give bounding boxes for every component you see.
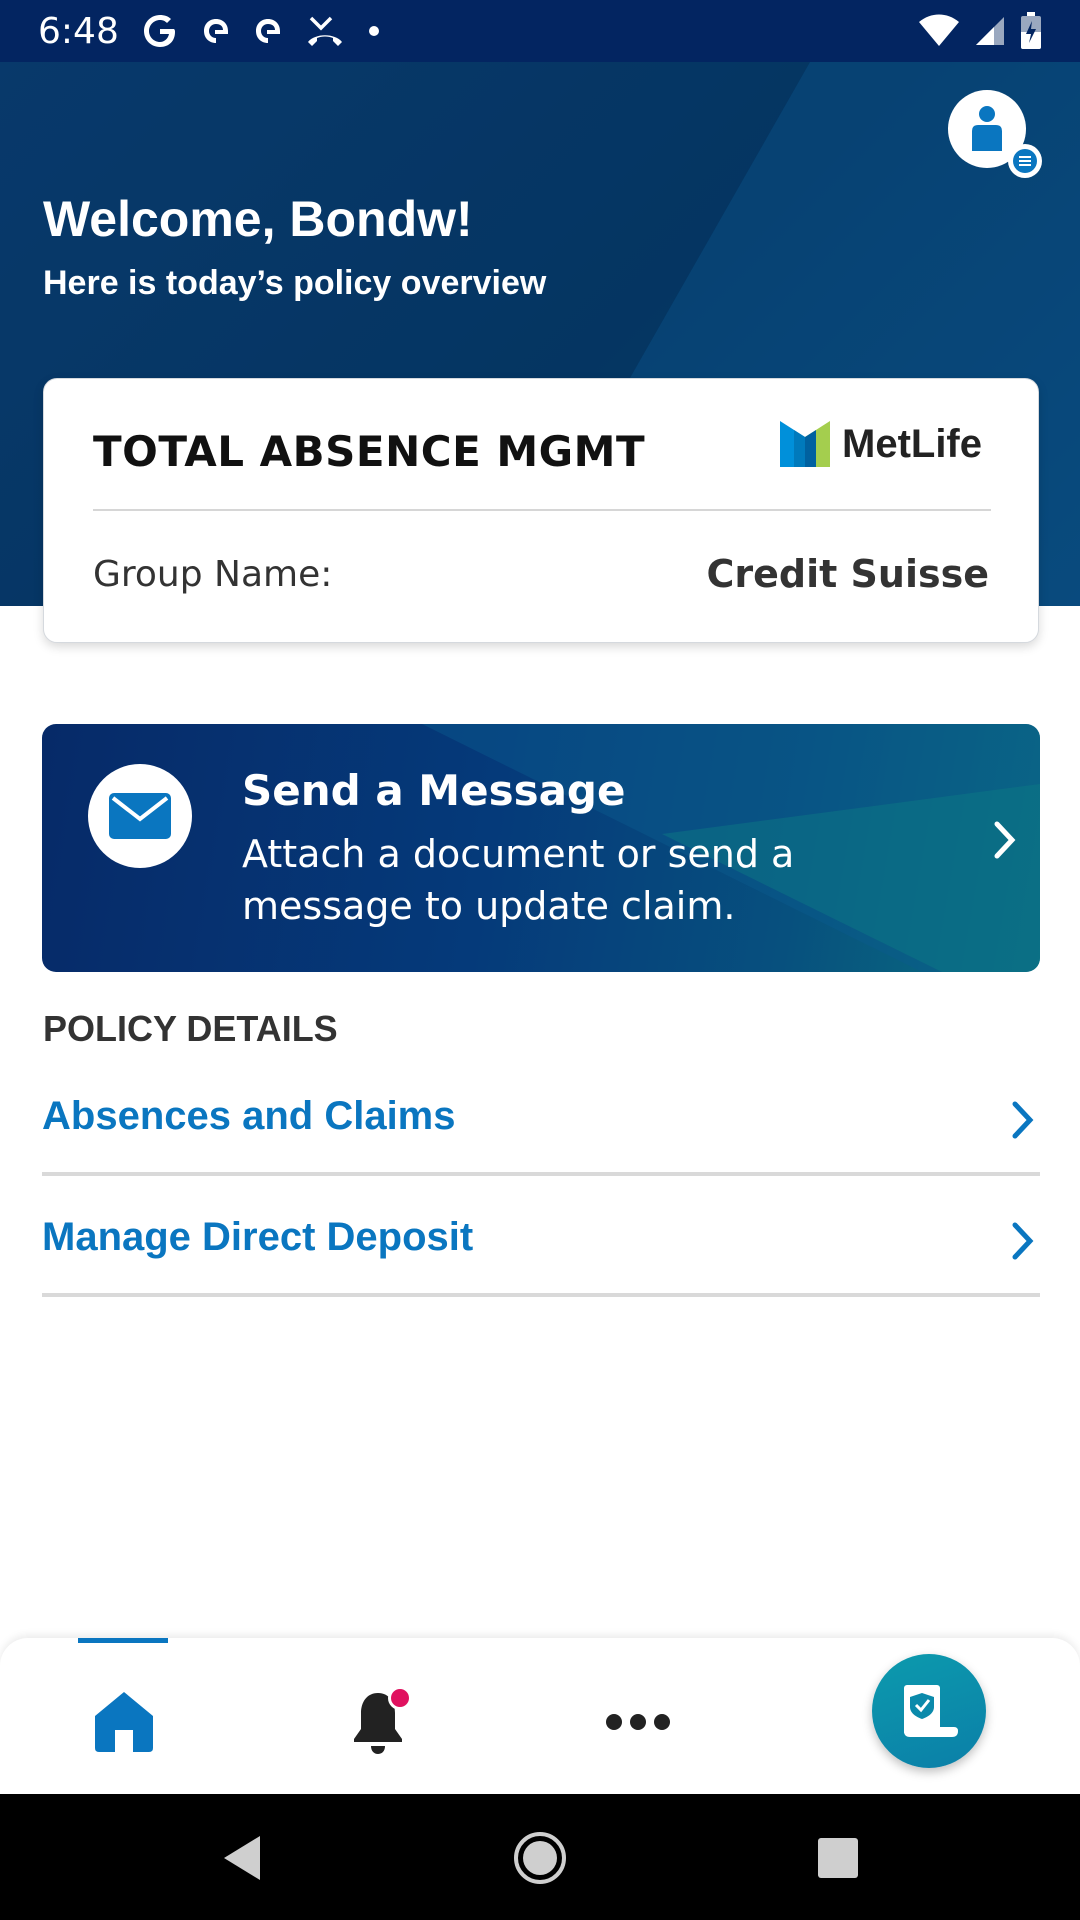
android-navigation-bar — [0, 1794, 1080, 1920]
home-icon — [95, 1692, 153, 1752]
status-right-icons — [918, 12, 1042, 50]
nav-home[interactable] — [84, 1682, 164, 1762]
detail-label: Manage Direct Deposit — [42, 1215, 474, 1259]
recents-icon — [818, 1838, 858, 1878]
app-icon — [201, 16, 231, 46]
metlife-logo-icon — [780, 421, 830, 467]
mail-icon — [109, 793, 171, 839]
policy-document-icon — [904, 1685, 958, 1737]
chevron-right-icon — [992, 820, 1018, 865]
policy-details-title: POLICY DETAILS — [43, 1008, 338, 1049]
metlife-logo: MetLife — [780, 421, 982, 467]
status-left-icons — [141, 12, 381, 50]
recents-button[interactable] — [810, 1830, 866, 1886]
user-icon — [972, 106, 1002, 151]
bottom-navigation — [0, 1638, 1080, 1794]
status-time: 6:48 — [38, 10, 119, 52]
mail-icon-container — [88, 764, 192, 868]
chevron-right-icon — [1010, 1100, 1036, 1145]
banner-title: Send a Message — [242, 766, 626, 815]
notification-badge — [388, 1686, 412, 1710]
absences-and-claims-link[interactable]: Absences and Claims — [42, 1056, 1040, 1176]
policy-card[interactable]: TOTAL ABSENCE MGMT MetLife Group Name: C… — [43, 378, 1039, 643]
home-circle-icon — [514, 1832, 566, 1884]
more-icon — [606, 1714, 670, 1730]
nav-more[interactable] — [598, 1702, 678, 1742]
policy-title: TOTAL ABSENCE MGMT — [93, 427, 646, 476]
brand-name: MetLife — [842, 421, 982, 466]
detail-label: Absences and Claims — [42, 1094, 456, 1138]
card-divider — [93, 509, 991, 511]
menu-badge — [1008, 144, 1042, 178]
status-bar: 6:48 — [0, 0, 1080, 62]
battery-icon — [1020, 12, 1042, 50]
policy-fab-button[interactable] — [872, 1654, 986, 1768]
active-tab-indicator — [78, 1638, 168, 1643]
dot-icon — [367, 24, 381, 38]
menu-icon — [1013, 149, 1037, 173]
missed-call-icon — [305, 14, 345, 48]
back-button[interactable] — [214, 1830, 270, 1886]
send-message-banner[interactable]: Send a Message Attach a document or send… — [42, 724, 1040, 972]
app-icon — [253, 16, 283, 46]
home-button[interactable] — [512, 1830, 568, 1886]
welcome-subtitle: Here is today’s policy overview — [43, 264, 547, 302]
banner-description: Attach a document or send a message to u… — [242, 832, 795, 928]
signal-icon — [974, 15, 1006, 47]
group-name-value: Credit Suisse — [706, 552, 989, 596]
manage-direct-deposit-link[interactable]: Manage Direct Deposit — [42, 1177, 1040, 1297]
back-icon — [224, 1836, 260, 1880]
welcome-title: Welcome, Bondw! — [43, 191, 473, 247]
chevron-right-icon — [1010, 1221, 1036, 1266]
google-icon — [141, 12, 179, 50]
wifi-icon — [918, 14, 960, 48]
group-name-label: Group Name: — [93, 554, 333, 595]
